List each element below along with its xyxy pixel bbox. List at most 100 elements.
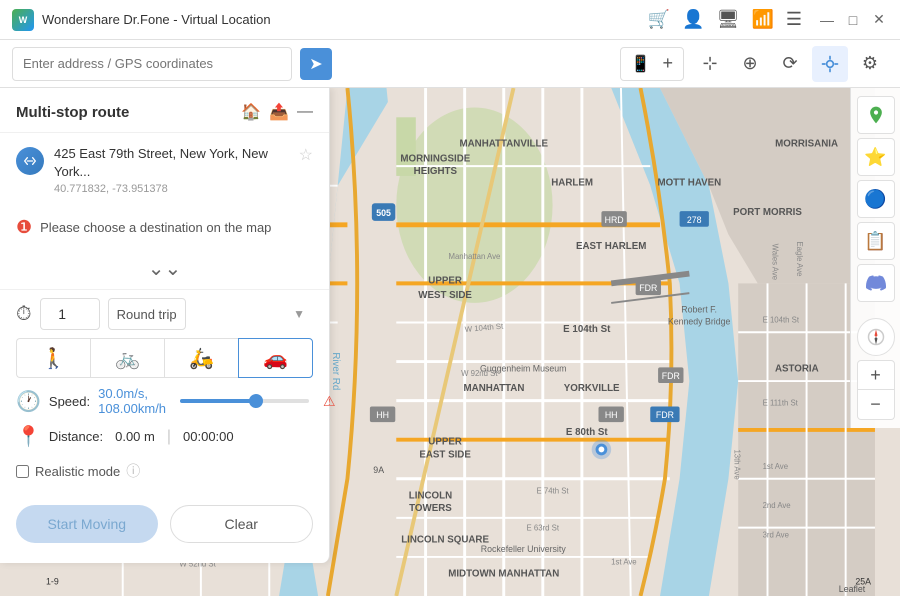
route-icon bbox=[16, 147, 44, 175]
zoom-out-button[interactable]: − bbox=[857, 390, 895, 420]
svg-text:HH: HH bbox=[605, 410, 618, 420]
wifi-icon[interactable]: 📶 bbox=[751, 9, 773, 30]
route-item: 425 East 79th Street, New York, New York… bbox=[0, 133, 329, 207]
clipboard-button[interactable]: 📋 bbox=[857, 222, 895, 260]
monitor-icon[interactable]: 🖥 bbox=[717, 9, 740, 30]
svg-text:HH: HH bbox=[376, 410, 389, 420]
svg-text:MANHATTANVILLE: MANHATTANVILLE bbox=[459, 139, 548, 150]
maps-icon bbox=[866, 105, 886, 125]
route-tool[interactable]: ⟳ bbox=[772, 46, 808, 82]
collapse-button[interactable]: — bbox=[297, 103, 313, 121]
trip-type-select[interactable]: Round trip One-way Loop bbox=[108, 298, 186, 330]
google-maps-button[interactable] bbox=[857, 96, 895, 134]
discord-icon bbox=[866, 273, 886, 293]
panel-actions: 🏠 📤 — bbox=[241, 102, 313, 122]
separator: | bbox=[167, 428, 171, 446]
favorites-button[interactable]: ⭐ bbox=[857, 138, 895, 176]
svg-text:Manhattan Ave: Manhattan Ave bbox=[448, 252, 500, 261]
chevron-down-icon[interactable]: ⌄⌄ bbox=[148, 256, 182, 281]
clear-button[interactable]: Clear bbox=[170, 505, 314, 543]
app-logo: W bbox=[12, 9, 34, 31]
svg-text:13th Ave: 13th Ave bbox=[732, 449, 741, 479]
location-tool[interactable] bbox=[812, 46, 848, 82]
svg-text:HARLEM: HARLEM bbox=[551, 178, 593, 189]
right-toolbar: ⭐ 🔵 📋 + − bbox=[850, 88, 900, 428]
location-icon bbox=[820, 54, 840, 74]
crosshair-tool[interactable]: ⊹ bbox=[692, 46, 728, 82]
distance-icon: 📍 bbox=[16, 424, 41, 449]
svg-text:2nd Ave: 2nd Ave bbox=[763, 501, 791, 510]
time-value: 00:00:00 bbox=[183, 429, 234, 444]
discord-button[interactable] bbox=[857, 264, 895, 302]
trip-type-wrapper: Round trip One-way Loop ▼ bbox=[108, 298, 313, 330]
route-address: 425 East 79th Street, New York, New York… bbox=[54, 145, 289, 181]
svg-text:UPPER: UPPER bbox=[428, 437, 462, 448]
user-icon[interactable]: 👤 bbox=[682, 9, 704, 30]
timer-icon: ⏱ bbox=[16, 303, 32, 326]
distance-value: 0.00 m bbox=[115, 429, 155, 444]
favorite-icon[interactable]: ☆ bbox=[299, 145, 313, 165]
svg-text:Wales Ave: Wales Ave bbox=[770, 244, 779, 280]
svg-text:E 74th St: E 74th St bbox=[537, 486, 570, 495]
add-device-icon: + bbox=[662, 53, 673, 74]
minimize-button[interactable]: — bbox=[818, 11, 836, 29]
svg-text:HEIGHTS: HEIGHTS bbox=[414, 166, 458, 177]
home-button[interactable]: 🏠 bbox=[241, 102, 261, 122]
realistic-mode-label: Realistic mode bbox=[35, 464, 120, 479]
svg-text:UPPER: UPPER bbox=[428, 275, 462, 286]
panel-header: Multi-stop route 🏠 📤 — bbox=[0, 88, 329, 133]
titlebar: W Wondershare Dr.Fone - Virtual Location… bbox=[0, 0, 900, 40]
distance-row: 📍 Distance: 0.00 m | 00:00:00 bbox=[16, 424, 313, 449]
warning-icon: ⚠ bbox=[323, 393, 336, 410]
car-transport-button[interactable]: 🚗 bbox=[238, 338, 313, 378]
main-area: ➤ 📱 + ⊹ ⊕ ⟳ ⚙ bbox=[0, 40, 900, 596]
zoom-in-button[interactable]: + bbox=[857, 360, 895, 390]
close-button[interactable]: ✕ bbox=[870, 11, 888, 29]
search-input[interactable] bbox=[23, 56, 281, 71]
info-icon[interactable]: ⓘ bbox=[126, 461, 140, 481]
expand-section: ⌄⌄ bbox=[0, 248, 329, 289]
scooter-transport-button[interactable]: 🛵 bbox=[164, 338, 238, 378]
trip-count-input[interactable] bbox=[40, 298, 100, 330]
svg-text:MOTT HAVEN: MOTT HAVEN bbox=[657, 178, 721, 189]
svg-text:FDR: FDR bbox=[662, 371, 680, 381]
svg-text:E 80th St: E 80th St bbox=[566, 427, 608, 438]
speed-info-row: 🕐 Speed: 30.0m/s, 108.00km/h ⚠ bbox=[16, 386, 313, 416]
cart-icon[interactable]: 🛒 bbox=[648, 9, 670, 30]
start-moving-button[interactable]: Start Moving bbox=[16, 505, 158, 543]
error-text: Please choose a destination on the map bbox=[40, 220, 271, 235]
route-info: 425 East 79th Street, New York, New York… bbox=[54, 145, 289, 195]
multipoint-tool[interactable]: ⊕ bbox=[732, 46, 768, 82]
realistic-mode-row: Realistic mode ⓘ bbox=[16, 457, 313, 485]
svg-text:FDR: FDR bbox=[639, 283, 657, 293]
bike-transport-button[interactable]: 🚲 bbox=[90, 338, 164, 378]
svg-text:9A: 9A bbox=[373, 465, 384, 475]
svg-text:MORNINGSIDE: MORNINGSIDE bbox=[400, 153, 470, 164]
walk-transport-button[interactable]: 🚶 bbox=[16, 338, 90, 378]
search-button[interactable]: ➤ bbox=[300, 48, 332, 80]
svg-text:River Rd: River Rd bbox=[330, 352, 341, 390]
device-section: 📱 + bbox=[620, 47, 684, 81]
error-item: ❶ Please choose a destination on the map bbox=[0, 207, 329, 248]
svg-text:MIDTOWN MANHATTAN: MIDTOWN MANHATTAN bbox=[448, 568, 559, 579]
svg-text:TOWERS: TOWERS bbox=[409, 503, 452, 514]
menu-icon[interactable]: ☰ bbox=[786, 9, 802, 30]
realistic-mode-checkbox[interactable] bbox=[16, 465, 29, 478]
location-button[interactable]: 🔵 bbox=[857, 180, 895, 218]
export-button[interactable]: 📤 bbox=[269, 102, 289, 122]
transport-row: 🚶 🚲 🛵 🚗 bbox=[16, 338, 313, 378]
speed-value: 30.0m/s, 108.00km/h bbox=[98, 386, 166, 416]
settings-tool[interactable]: ⚙ bbox=[852, 46, 888, 82]
svg-text:MORRISANIA: MORRISANIA bbox=[775, 139, 838, 150]
svg-text:YORKVILLE: YORKVILLE bbox=[564, 383, 620, 394]
compass-icon bbox=[867, 328, 885, 346]
device-button[interactable]: 📱 + bbox=[620, 47, 684, 81]
speed-slider[interactable] bbox=[180, 399, 309, 403]
svg-text:PORT MORRIS: PORT MORRIS bbox=[733, 207, 802, 218]
chevron-down-icon: ▼ bbox=[293, 307, 305, 321]
search-box bbox=[12, 47, 292, 81]
compass-button[interactable] bbox=[857, 318, 895, 356]
arrow-icon: ➤ bbox=[309, 54, 322, 74]
svg-text:EAST SIDE: EAST SIDE bbox=[419, 449, 471, 460]
maximize-button[interactable]: □ bbox=[844, 11, 862, 29]
